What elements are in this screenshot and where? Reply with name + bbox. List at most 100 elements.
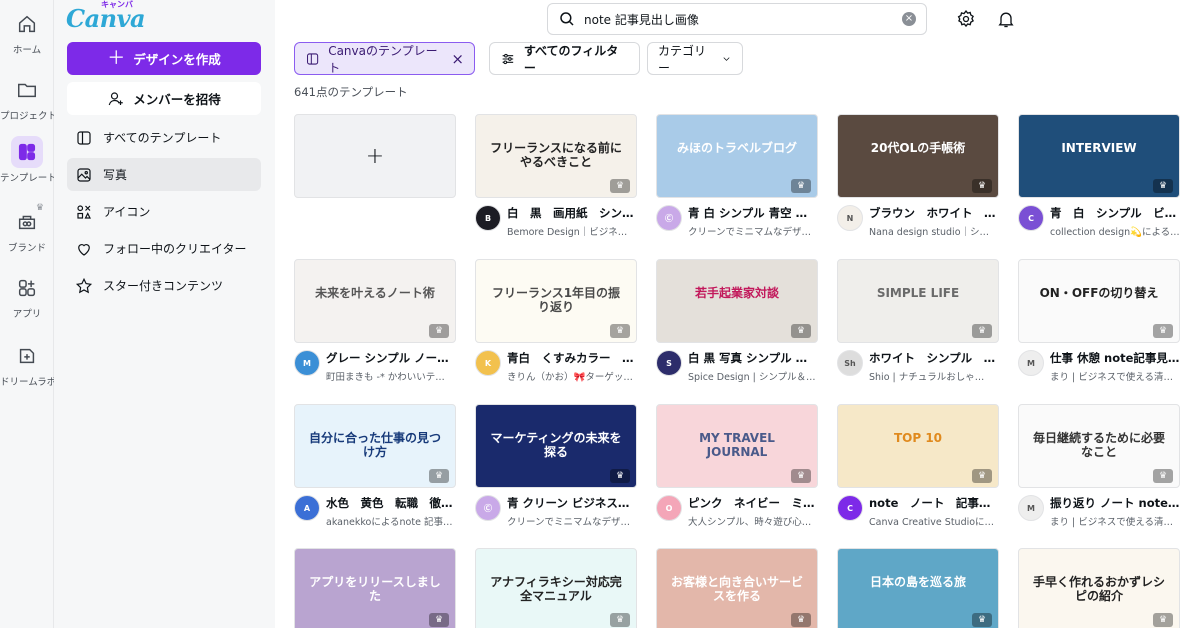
card-title[interactable]: 振り返り ノート note… [1050,495,1180,511]
sidebar-item-icons[interactable]: アイコン [67,195,261,228]
template-card[interactable]: マーケティングの未来を探る ♛ Ⓒ 青 クリーン ビジネス… クリーンでミニマムなデザ… [475,404,637,528]
template-card[interactable]: 手早く作れるおかずレシピの紹介 ♛ [1018,548,1180,628]
card-title[interactable]: 青白 くすみカラー … [507,350,637,366]
avatar[interactable]: M [1018,495,1044,521]
card-creator[interactable]: Bemore Design｜ビジネ… [507,224,637,238]
avatar[interactable]: N [837,205,863,231]
create-design-button[interactable]: ＋ デザインを作成 [67,42,261,75]
template-card[interactable]: ON・OFFの切り替え ♛ M 仕事 休憩 note記事見… まり | ビジネスで使える… [1018,259,1180,383]
template-thumbnail[interactable]: SIMPLE LIFE ♛ [837,259,999,343]
avatar[interactable]: Sh [837,350,863,376]
card-creator[interactable]: Spice Design | シンプル＆… [688,369,818,383]
avatar[interactable]: O [656,495,682,521]
category-dropdown[interactable]: カテゴリー [647,42,743,75]
card-title[interactable]: ブラウン ホワイト … [869,205,999,221]
card-creator[interactable]: きりん（かお）🎀ターゲッ… [507,369,637,383]
template-card[interactable]: SIMPLE LIFE ♛ Sh ホワイト シンプル … Shio | ナチュラルおしゃ… [837,259,999,383]
avatar[interactable]: A [294,495,320,521]
template-thumbnail[interactable]: フリーランス1年目の振り返り ♛ [475,259,637,343]
card-title[interactable]: 白 黒 画用紙 シン… [507,205,637,221]
card-creator[interactable]: Nana design studio｜シ… [869,224,999,238]
filter-chip-canva-templates[interactable]: Canvaのテンプレート × [294,42,475,75]
avatar[interactable]: C [837,495,863,521]
template-card[interactable]: 日本の島を巡る旅 ♛ [837,548,999,628]
invite-members-button[interactable]: メンバーを招待 [67,82,261,115]
card-creator[interactable]: クリーンでミニマムなデザ… [688,224,818,238]
card-creator[interactable]: 町田まきも -* かわいいテ… [326,369,456,383]
rail-projects[interactable]: プロジェクト [0,74,54,122]
template-thumbnail[interactable]: 日本の島を巡る旅 ♛ [837,548,999,628]
template-card[interactable]: お客様と向き合いサービスを作る ♛ [656,548,818,628]
template-thumbnail[interactable]: ON・OFFの切り替え ♛ [1018,259,1180,343]
card-title[interactable]: 青 白 シンプル ビ… [1050,205,1180,221]
template-thumbnail[interactable]: みほのトラベルブログ ♛ [656,114,818,198]
template-thumbnail[interactable]: 20代OLの手帳術 ♛ [837,114,999,198]
template-thumbnail[interactable]: 若手起業家対談 ♛ [656,259,818,343]
card-creator[interactable]: 大人シンプル、時々遊び心… [688,514,818,528]
card-creator[interactable]: まり | ビジネスで使える清… [1050,369,1180,383]
avatar[interactable]: M [1018,350,1044,376]
all-filters-button[interactable]: すべてのフィルター [489,42,640,75]
card-creator[interactable]: まり | ビジネスで使える清… [1050,514,1180,528]
card-title[interactable]: 仕事 休憩 note記事見… [1050,350,1180,366]
template-card[interactable]: MY TRAVEL JOURNAL ♛ O ピンク ネイビー ミ… 大人シンプル、時々遊… [656,404,818,528]
template-thumbnail[interactable]: TOP 10 ♛ [837,404,999,488]
card-creator[interactable]: Shio | ナチュラルおしゃ… [869,369,999,383]
template-card[interactable]: 自分に合った仕事の見つけ方 ♛ A 水色 黄色 転職 徹… akanekkoによるnot… [294,404,456,528]
template-thumbnail[interactable]: マーケティングの未来を探る ♛ [475,404,637,488]
avatar[interactable]: B [475,205,501,231]
card-title[interactable]: ホワイト シンプル … [869,350,999,366]
template-thumbnail[interactable]: アナフィラキシー対応完全マニュアル ♛ [475,548,637,628]
rail-apps[interactable]: アプリ [0,272,54,320]
avatar[interactable]: Ⓒ [656,205,682,231]
create-blank-card[interactable]: + [294,114,456,198]
template-card[interactable]: 毎日継続するために必要なこと ♛ M 振り返り ノート note… まり | ビジネスで… [1018,404,1180,528]
template-card[interactable]: フリーランス1年目の振り返り ♛ K 青白 くすみカラー … きりん（かお）🎀ターゲッ… [475,259,637,383]
card-creator[interactable]: akanekkoによるnote 記事… [326,514,456,528]
template-card[interactable]: みほのトラベルブログ ♛ Ⓒ 青 白 シンプル 青空 ブ… クリーンでミニマムなデザ… [656,114,818,238]
template-card[interactable]: アプリをリリースしました ♛ [294,548,456,628]
template-card[interactable]: 若手起業家対談 ♛ S 白 黒 写真 シンプル 対… Spice Design | シン… [656,259,818,383]
card-title[interactable]: 青 白 シンプル 青空 ブ… [688,205,818,221]
template-thumbnail[interactable]: フリーランスになる前にやるべきこと ♛ [475,114,637,198]
avatar[interactable]: S [656,350,682,376]
rail-brand[interactable]: ♛ ブランド [0,203,54,254]
card-title[interactable]: ピンク ネイビー ミ… [688,495,818,511]
card-creator[interactable]: collection design💫による n… [1050,224,1180,238]
remove-filter-icon[interactable]: × [451,50,464,68]
rail-dream-lab[interactable]: ドリームラボ [0,340,54,388]
card-title[interactable]: グレー シンプル ノー… [326,350,456,366]
card-creator[interactable]: Canva Creative Studioに… [869,514,999,528]
template-thumbnail[interactable]: MY TRAVEL JOURNAL ♛ [656,404,818,488]
card-title[interactable]: 白 黒 写真 シンプル 対… [688,350,818,366]
sidebar-item-starred[interactable]: スター付きコンテンツ [67,269,261,302]
sidebar-item-following[interactable]: フォロー中のクリエイター [67,232,261,265]
template-card[interactable]: 20代OLの手帳術 ♛ N ブラウン ホワイト … Nana design studio… [837,114,999,238]
notifications-bell-icon[interactable] [996,9,1016,29]
search-bar[interactable]: × [547,3,927,35]
rail-home[interactable]: ホーム [0,8,54,56]
avatar[interactable]: Ⓒ [475,495,501,521]
card-title[interactable]: 水色 黄色 転職 徹… [326,495,456,511]
search-input[interactable] [584,12,894,26]
template-thumbnail[interactable]: 毎日継続するために必要なこと ♛ [1018,404,1180,488]
card-creator[interactable]: クリーンでミニマムなデザ… [507,514,637,528]
settings-icon[interactable] [956,9,976,29]
card-title[interactable]: 青 クリーン ビジネス… [507,495,637,511]
template-card[interactable]: フリーランスになる前にやるべきこと ♛ B 白 黒 画用紙 シン… Bemore Des… [475,114,637,238]
template-card[interactable]: アナフィラキシー対応完全マニュアル ♛ [475,548,637,628]
card-title[interactable]: note ノート 記事… [869,495,999,511]
template-thumbnail[interactable]: INTERVIEW ♛ [1018,114,1180,198]
sidebar-item-photos[interactable]: 写真 [67,158,261,191]
template-card[interactable]: 未来を叶えるノート術 ♛ M グレー シンプル ノー… 町田まきも -* かわいいテ… [294,259,456,383]
template-card[interactable]: TOP 10 ♛ Cnote ノート 記事… Canva Creative Studi… [837,404,999,528]
template-thumbnail[interactable]: 未来を叶えるノート術 ♛ [294,259,456,343]
avatar[interactable]: C [1018,205,1044,231]
template-thumbnail[interactable]: アプリをリリースしました ♛ [294,548,456,628]
rail-templates[interactable]: テンプレート [0,136,54,184]
template-card[interactable]: INTERVIEW ♛ C 青 白 シンプル ビ… collection design💫… [1018,114,1180,238]
template-thumbnail[interactable]: お客様と向き合いサービスを作る ♛ [656,548,818,628]
clear-search-icon[interactable]: × [902,12,916,26]
avatar[interactable]: K [475,350,501,376]
sidebar-item-all-templates[interactable]: すべてのテンプレート [67,121,261,154]
